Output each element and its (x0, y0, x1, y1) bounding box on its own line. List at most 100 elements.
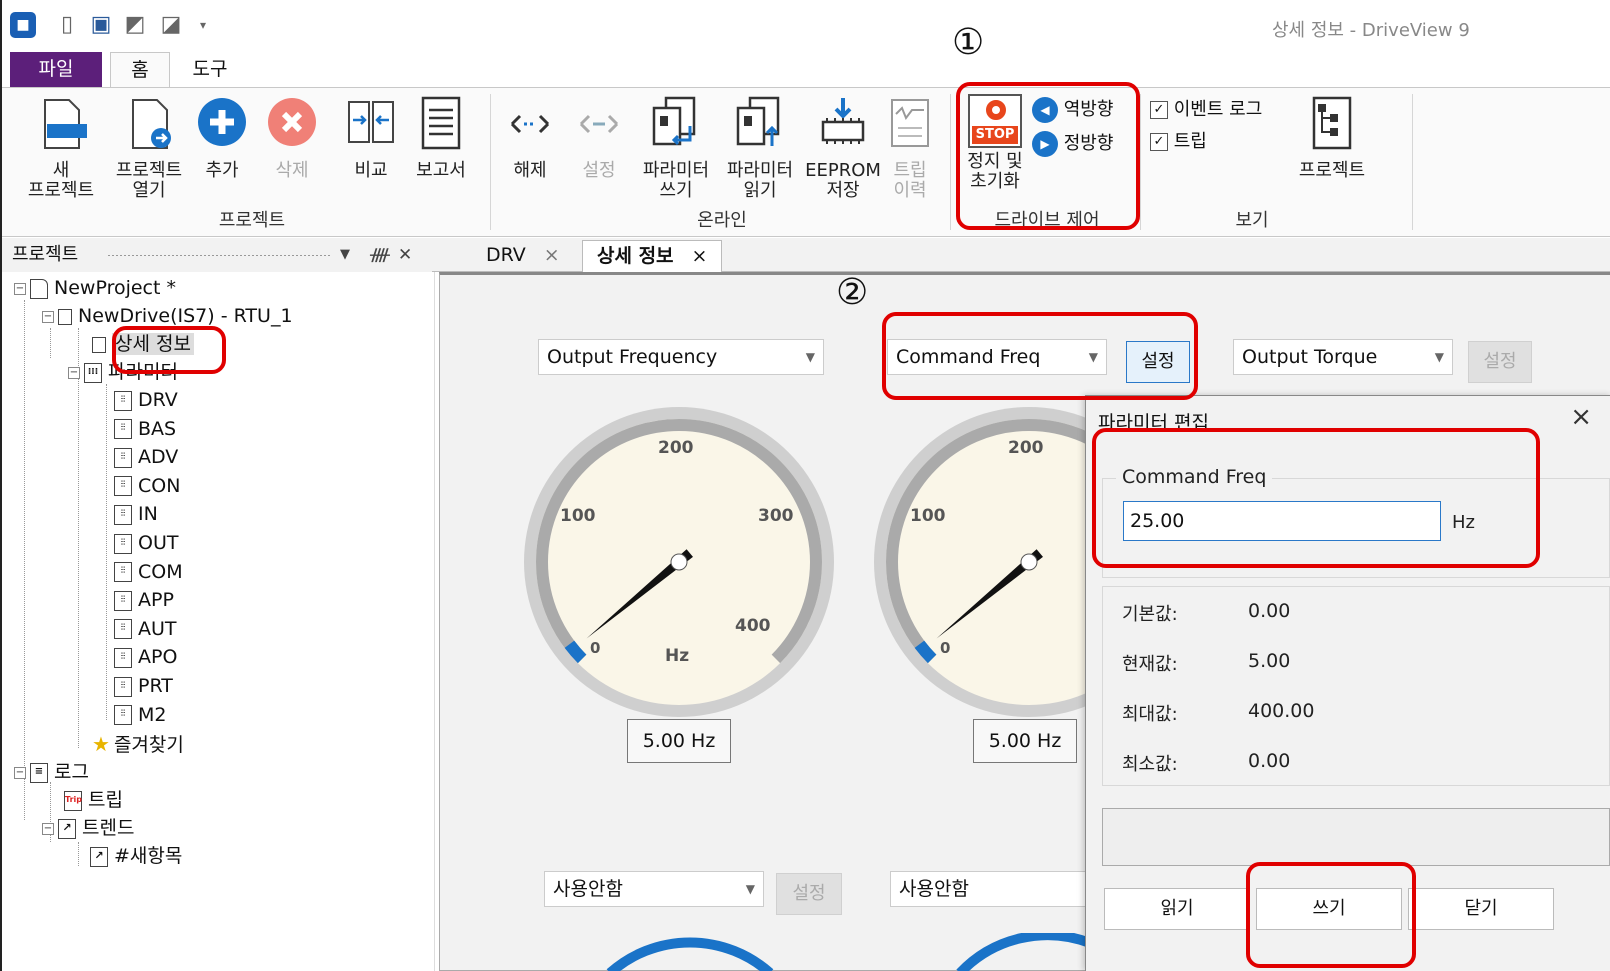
tree-item-group-app[interactable]: ⫶⫶ APP (114, 586, 174, 614)
document-tabs: DRV × 상세 정보 × (432, 238, 1610, 273)
compare-button[interactable]: 비교 (340, 96, 402, 181)
tree-item-parameters[interactable]: − ⁞⁞⁞ 파라미터 (68, 358, 178, 386)
tree-item-drive[interactable]: − NewDrive(IS7) - RTU_1 (42, 302, 293, 330)
parameter-write-button[interactable]: 파라미터 쓰기 (634, 96, 718, 201)
forward-label: 정방향 (1063, 133, 1114, 154)
collapse-icon[interactable]: − (42, 310, 54, 323)
tree-item-favorites[interactable]: ★ 즐겨찾기 (92, 730, 184, 758)
tree-item-group-com[interactable]: ⫶⫶ COM (114, 558, 183, 586)
trip-checkbox[interactable]: ✓ 트립 (1150, 128, 1207, 156)
eeprom-save-button[interactable]: EEPROM 저장 (802, 96, 884, 201)
monitor-select-3[interactable]: Output Torque ▼ (1233, 339, 1453, 375)
tree-item-log[interactable]: − ≡ 로그 (14, 758, 89, 786)
tab-home[interactable]: 홈 (110, 52, 170, 89)
monitor-select-2[interactable]: Command Freq ▼ (887, 339, 1107, 375)
customize-dropdown-icon[interactable]: ▾ (190, 12, 216, 38)
read-button[interactable]: 읽기 (1104, 888, 1250, 930)
tree-item-detail-info[interactable]: 상세 정보 (92, 330, 194, 358)
collapse-icon[interactable]: − (42, 822, 54, 835)
tree-label: #새항목 (114, 845, 183, 867)
panel-close-icon[interactable]: ✕ (398, 238, 412, 272)
lower-gauge-top (956, 933, 1090, 971)
add-button[interactable]: 추가 (192, 96, 252, 181)
tree-label: DRV (138, 389, 178, 411)
detail-icon (92, 336, 106, 353)
collapse-icon[interactable]: − (68, 366, 80, 379)
gauge-tick-label: 100 (560, 506, 596, 526)
tab-close-icon[interactable]: × (692, 245, 708, 267)
set-button-3[interactable]: 설정 (1468, 341, 1532, 383)
save-icon[interactable]: ▣ (88, 12, 114, 38)
reverse-button[interactable]: ◀ 역방향 (1032, 96, 1113, 124)
project-view-button[interactable]: 프로젝트 (1287, 96, 1377, 181)
gauge-tick-label: 300 (758, 506, 794, 526)
trip-history-button[interactable]: 트립 이력 (882, 96, 938, 201)
tree-item-trend[interactable]: − ↗ 트렌드 (42, 814, 134, 842)
project-view-label: 프로젝트 (1298, 160, 1366, 181)
tab-drv[interactable]: DRV × (472, 240, 574, 272)
tree-line (78, 842, 79, 866)
tree-item-group-adv[interactable]: ⫶⫶ ADV (114, 443, 178, 471)
tab-close-icon[interactable]: × (544, 244, 560, 266)
quick-compare-icon[interactable]: ◩ (122, 12, 148, 38)
quick-edit-icon[interactable]: ◪ (158, 12, 184, 38)
open-project-button[interactable]: 프로젝트 열기 (106, 96, 192, 201)
tree-item-trip[interactable]: Trip 트립 (64, 786, 123, 814)
new-project-label-1: 새 (52, 160, 70, 181)
view-group-label: 보기 (1235, 210, 1269, 231)
tree-label: NewDrive(IS7) - RTU_1 (78, 305, 293, 327)
gauge-tick-label: 400 (735, 616, 771, 636)
tree-item-newproject[interactable]: − NewProject * (14, 274, 176, 302)
panel-dropdown-icon[interactable]: ▼ (340, 238, 350, 272)
tree-label: 트립 (88, 789, 123, 811)
parameter-value-input[interactable]: 25.00 (1123, 501, 1441, 541)
tree-item-group-in[interactable]: ⫶⫶ IN (114, 500, 158, 528)
tree-item-group-apo[interactable]: ⫶⫶ APO (114, 643, 177, 671)
tree-item-group-con[interactable]: ⫶⫶ CON (114, 472, 180, 500)
collapse-icon[interactable]: − (14, 766, 26, 779)
forward-button[interactable]: ▶ 정방향 (1032, 130, 1113, 158)
info-label: 최대값: (1122, 704, 1178, 725)
tab-detail-info[interactable]: 상세 정보 × (582, 240, 723, 273)
tree-item-group-drv[interactable]: ⫶⫶ DRV (114, 386, 178, 414)
pin-icon[interactable]: ᚎ (370, 238, 390, 272)
event-log-checkbox[interactable]: ✓ 이벤트 로그 (1150, 96, 1262, 124)
tab-file[interactable]: 파일 (10, 52, 102, 88)
monitor-select-4[interactable]: 사용안함 ▼ (544, 871, 764, 907)
collapse-icon[interactable]: − (14, 282, 26, 295)
tree-item-group-out[interactable]: ⫶⫶ OUT (114, 529, 178, 557)
connect-setting-button[interactable]: 설정 (568, 96, 630, 181)
new-project-button[interactable]: 새 프로젝트 (20, 96, 102, 201)
set-button-2[interactable]: 설정 (1126, 341, 1190, 383)
parameter-icon: ⫶⫶ (114, 705, 132, 726)
parameter-write-label-1: 파라미터 (642, 160, 710, 181)
tree-item-new-trend[interactable]: ↗ #새항목 (90, 842, 182, 870)
tree-item-group-prt[interactable]: ⫶⫶ PRT (114, 672, 173, 700)
tree-item-group-bas[interactable]: ⫶⫶ BAS (114, 415, 176, 443)
new-file-icon[interactable]: ▯ (54, 12, 80, 38)
close-button[interactable]: 닫기 (1408, 888, 1554, 930)
parameter-icon: ⫶⫶ (114, 447, 132, 468)
write-button[interactable]: 쓰기 (1256, 888, 1402, 930)
tree-item-group-aut[interactable]: ⫶⫶ AUT (114, 615, 177, 643)
release-button[interactable]: 해제 (496, 96, 564, 181)
annotation-one: ① (952, 22, 985, 63)
open-project-label-2: 열기 (132, 180, 166, 201)
report-button[interactable]: 보고서 (406, 96, 476, 181)
tree-label: BAS (138, 417, 177, 440)
tree-item-group-m2[interactable]: ⫶⫶ M2 (114, 701, 166, 729)
trend-item-icon: ↗ (90, 846, 108, 867)
set-button-4[interactable]: 설정 (776, 873, 842, 915)
delete-button[interactable]: 삭제 (262, 96, 322, 181)
stop-reset-button[interactable]: STOP 정지 및 초기화 (960, 94, 1030, 192)
dialog-close-icon[interactable]: × (1570, 402, 1592, 432)
ribbon: 새 프로젝트 프로젝트 열기 추가 삭제 비교 보고서 프로젝트 해제 설정 파… (2, 87, 1610, 237)
monitor-select-5[interactable]: 사용안함 (890, 871, 1090, 907)
tab-tools[interactable]: 도구 (180, 52, 240, 88)
title-bar: ■ ▯ ▣ ◩ ◪ ▾ 상세 정보 - DriveView 9 (2, 0, 1610, 52)
tree-label: COM (138, 560, 183, 583)
star-icon: ★ (92, 732, 110, 756)
parameter-read-button[interactable]: 파라미터 읽기 (718, 96, 802, 201)
gauge-tick-label: 100 (910, 506, 946, 526)
monitor-select-1[interactable]: Output Frequency ▼ (538, 339, 824, 375)
